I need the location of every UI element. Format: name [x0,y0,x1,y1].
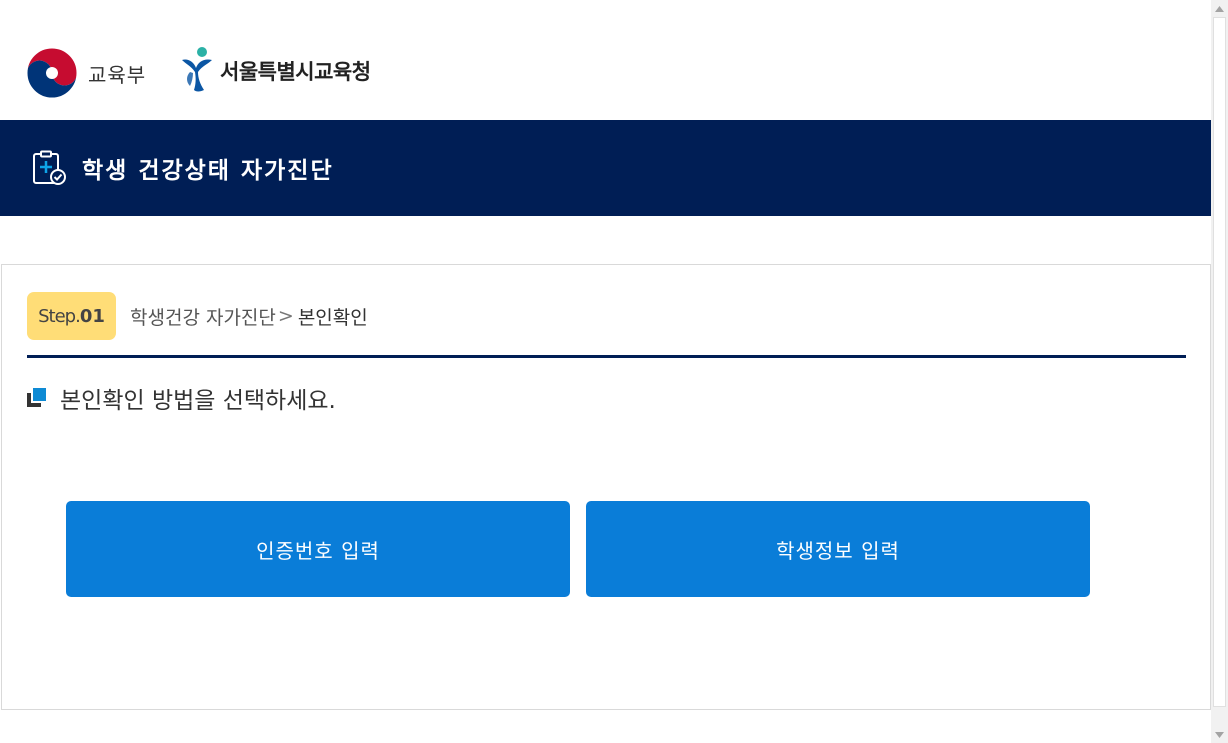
page: 교육부 서울특별시교육청 학생 건강상태 자가진단 Step. 01 학생건강 … [0,0,1211,743]
breadcrumb-current: 본인확인 [297,306,368,329]
vertical-scrollbar[interactable] [1211,0,1228,743]
breadcrumb-parent: 학생건강 자가진단 [130,306,276,329]
step-badge-prefix: Step. [38,305,81,327]
breadcrumb-separator: > [277,305,294,327]
breadcrumb: 학생건강 자가진단 > 본인확인 [130,303,368,330]
logo-bar: 교육부 서울특별시교육청 [0,0,1211,120]
square-bullet-icon [27,388,47,408]
sen-logo[interactable]: 서울특별시교육청 [180,46,371,96]
step-divider [27,355,1186,358]
step-badge-number: 01 [79,305,105,327]
scroll-down-arrow-icon[interactable] [1211,726,1228,743]
taegeuk-icon [26,47,78,99]
step-badge: Step. 01 [27,292,116,340]
scroll-thumb[interactable] [1213,17,1226,707]
identity-card: Step. 01 학생건강 자가진단 > 본인확인 본인확인 방법을 선택하세요.… [1,264,1211,710]
instruction: 본인확인 방법을 선택하세요. [27,381,336,415]
moe-name: 교육부 [88,62,147,87]
scroll-up-arrow-icon[interactable] [1211,0,1228,17]
step-row: Step. 01 학생건강 자가진단 > 본인확인 [27,292,368,340]
sen-name: 서울특별시교육청 [220,60,371,84]
title-banner: 학생 건강상태 자가진단 [0,120,1211,216]
student-info-button[interactable]: 학생정보 입력 [586,501,1090,597]
page-title: 학생 건강상태 자가진단 [82,158,334,184]
instruction-text: 본인확인 방법을 선택하세요. [60,388,336,414]
seoul-education-emblem-icon [182,47,212,92]
clipboard-check-icon [33,150,66,185]
moe-logo[interactable]: 교육부 [26,47,146,99]
auth-code-button[interactable]: 인증번호 입력 [66,501,570,597]
